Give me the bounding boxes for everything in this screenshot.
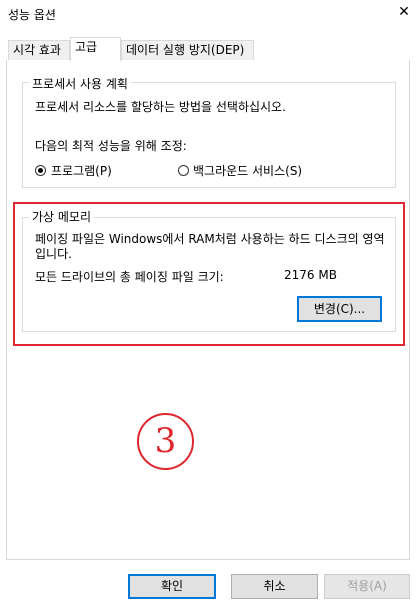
ok-button[interactable]: 확인 bbox=[128, 574, 216, 599]
background-services-radio-label[interactable]: 백그라운드 서비스(S) bbox=[193, 162, 302, 179]
processor-scheduling-legend: 프로세서 사용 계획 bbox=[29, 75, 131, 92]
close-icon[interactable]: ✕ bbox=[394, 2, 414, 22]
processor-description: 프로세서 리소스를 할당하는 방법을 선택하십시오. bbox=[35, 100, 286, 114]
programs-radio[interactable] bbox=[35, 165, 46, 176]
window-title: 성능 옵션 bbox=[8, 8, 56, 22]
background-services-radio[interactable] bbox=[178, 165, 189, 176]
cancel-button[interactable]: 취소 bbox=[231, 574, 318, 599]
apply-button[interactable]: 적용(A) bbox=[324, 574, 410, 599]
tab-advanced[interactable]: 고급 bbox=[70, 37, 121, 61]
step-number-badge: 3 bbox=[137, 413, 194, 470]
programs-radio-label[interactable]: 프로그램(P) bbox=[51, 162, 112, 179]
tab-visual-effects[interactable]: 시각 효과 bbox=[8, 40, 70, 60]
highlight-box bbox=[13, 202, 405, 346]
adjust-label: 다음의 최적 성능을 위해 조정: bbox=[35, 139, 187, 153]
tab-dep[interactable]: 데이터 실행 방지(DEP) bbox=[121, 40, 254, 60]
